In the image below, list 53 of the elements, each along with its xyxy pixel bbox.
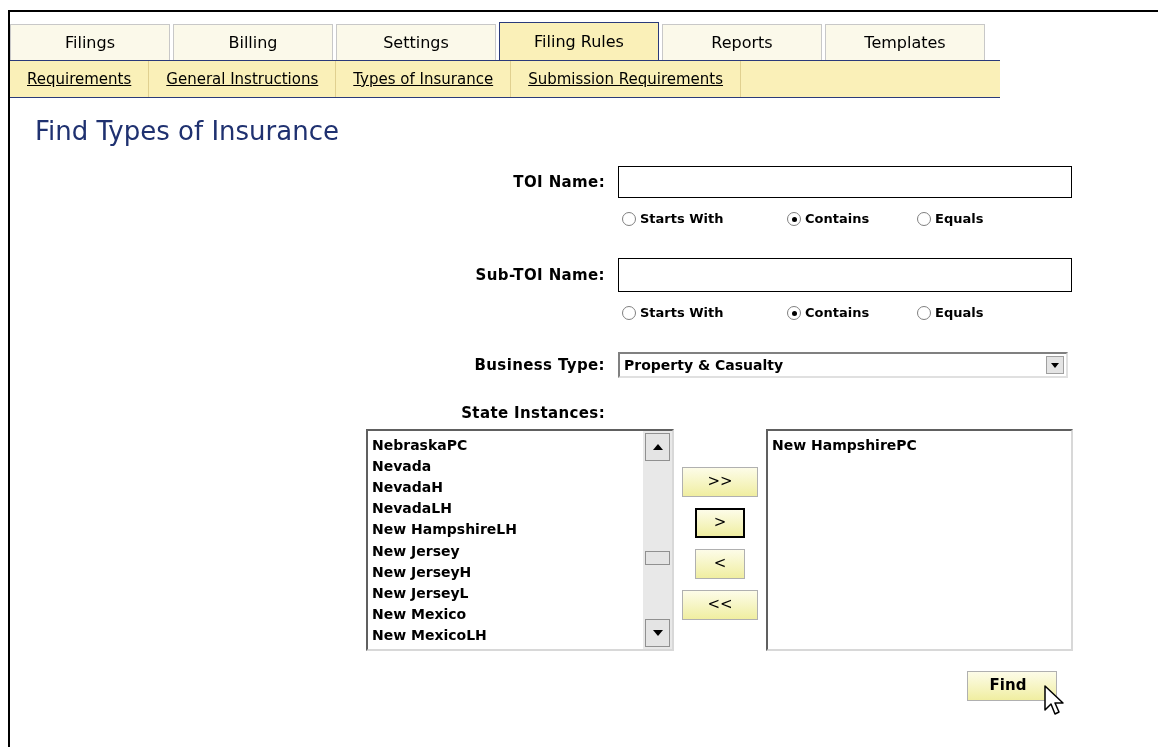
tab[interactable]: Settings: [336, 24, 496, 60]
page-title: Find Types of Insurance: [35, 118, 340, 144]
move-button[interactable]: >>: [682, 466, 758, 497]
list-option[interactable]: New HampshireLH: [372, 519, 643, 541]
radio-label: Starts With: [640, 210, 724, 229]
subnav-link[interactable]: General Instructions: [149, 61, 337, 97]
list-option[interactable]: Nevada: [372, 455, 643, 477]
list-option[interactable]: New HampshirePC: [772, 434, 1071, 456]
field-label: Sub-TOI Name:: [475, 264, 605, 286]
field-label: TOI Name:: [513, 171, 605, 193]
move-button[interactable]: <<: [682, 589, 758, 620]
tab[interactable]: Billing: [173, 24, 333, 60]
business-type-dropdown[interactable]: Property & Casualty: [618, 352, 1068, 378]
find-button[interactable]: Find: [967, 670, 1057, 701]
chosen-states-listbox[interactable]: New HampshirePC: [766, 428, 1073, 651]
field-label: Business Type:: [474, 354, 605, 376]
radio-label: Contains: [805, 304, 870, 323]
scroll-down-icon[interactable]: [645, 618, 670, 647]
radio-button[interactable]: [917, 306, 931, 320]
mouse-cursor-icon: [1044, 684, 1066, 717]
tab[interactable]: Filings: [10, 24, 170, 60]
sub-toi-name-field[interactable]: [618, 258, 1072, 292]
radio-button[interactable]: [787, 306, 801, 320]
list-option[interactable]: New MexicoLH: [372, 625, 643, 647]
scroll-thumb[interactable]: [645, 550, 670, 565]
radio-label: Equals: [935, 210, 984, 229]
subnav-link[interactable]: Requirements: [10, 61, 150, 97]
radio-label: Starts With: [640, 304, 724, 323]
radio-button[interactable]: [622, 212, 636, 226]
field-label: State Instances:: [461, 403, 605, 424]
list-option[interactable]: New Jersey: [372, 540, 643, 562]
toi-name-field[interactable]: [618, 166, 1072, 198]
radio-label: Equals: [935, 304, 984, 323]
tab[interactable]: Filing Rules: [499, 22, 659, 60]
list-option[interactable]: New Mexico: [372, 604, 643, 626]
list-option[interactable]: NevadaH: [372, 476, 643, 499]
subnav-link[interactable]: Submission Requirements: [511, 61, 741, 97]
list-option[interactable]: New JerseyL: [372, 582, 643, 605]
list-option[interactable]: NevadaLH: [372, 498, 643, 520]
available-states-listbox[interactable]: NebraskaPC Nevada NevadaH NevadaLH New HampshireLH New Jersey New JerseyH New JerseyL New Mexico New MexicoLH: [366, 428, 674, 651]
radio-button[interactable]: [622, 306, 636, 320]
scrollbar[interactable]: [643, 430, 672, 649]
move-button[interactable]: <: [695, 548, 745, 579]
radio-label: Contains: [805, 210, 870, 229]
radio-button[interactable]: [917, 212, 931, 226]
radio-button[interactable]: [787, 212, 801, 226]
tab[interactable]: Reports: [662, 24, 822, 60]
list-option[interactable]: New JerseyH: [372, 561, 643, 583]
subnav-link[interactable]: Types of Insurance: [336, 61, 512, 97]
move-button[interactable]: >: [695, 507, 745, 538]
list-option[interactable]: NebraskaPC: [372, 434, 643, 456]
scroll-up-icon[interactable]: [645, 432, 670, 461]
tab[interactable]: Templates: [825, 24, 985, 60]
